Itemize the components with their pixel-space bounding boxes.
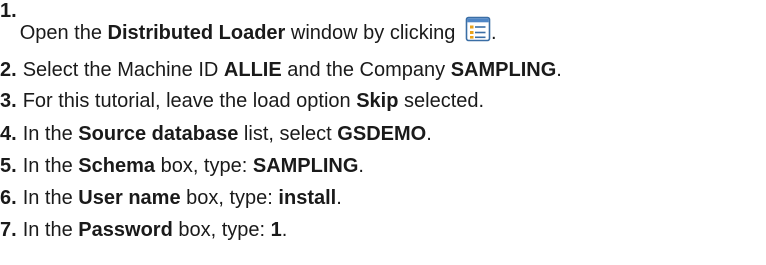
step-number: 4. [0,123,17,145]
distributed-loader-icon[interactable] [465,16,491,42]
user-name-term: User name [78,187,181,209]
step-6: 6. In the User name box, type: install. [0,187,342,209]
user-name-value: install [278,187,337,209]
load-option-value: Skip [356,90,399,112]
source-database-term: Source database [78,123,239,145]
schema-value: SAMPLING [252,155,359,177]
source-database-value: GSDEMO [337,123,427,145]
step-2: 2. Select the Machine ID ALLIE and the Co… [0,59,562,81]
step-4: 4. In the Source database list, select GS… [0,123,432,145]
step-3: 3. For this tutorial, leave the load opti… [0,90,485,112]
instruction-steps: 1.Open the Distributed Loader window by … [0,0,766,265]
step-number: 3. [0,90,17,112]
step-number: 6. [0,187,17,209]
step-number: 5. [0,155,17,177]
step-text: Open the Distributed Loader window by cl… [20,16,497,44]
company-value: SAMPLING [450,59,557,81]
step-number: 2. [0,59,17,81]
step-5: 5. In the Schema box, type: SAMPLING. [0,155,364,177]
step-1: 1.Open the Distributed Loader window by … [0,0,497,44]
schema-term: Schema [78,155,156,177]
password-term: Password [78,219,173,241]
password-value: 1 [270,219,282,241]
step-number: 1. [0,0,17,22]
distributed-loader-term: Distributed Loader [107,22,286,44]
machine-id-value: ALLIE [223,59,282,81]
step-7: 7. In the Password box, type: 1. [0,219,288,241]
step-number: 7. [0,219,17,241]
